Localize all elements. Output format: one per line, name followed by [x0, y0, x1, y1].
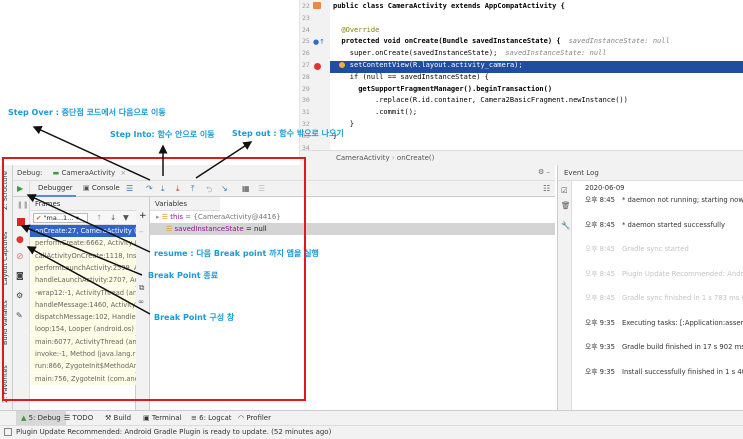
arrow [195, 141, 253, 179]
arrow [26, 194, 151, 253]
arrow [26, 246, 151, 315]
arrow [32, 126, 151, 181]
arrow [20, 224, 143, 276]
annotation-arrows [20, 126, 253, 315]
